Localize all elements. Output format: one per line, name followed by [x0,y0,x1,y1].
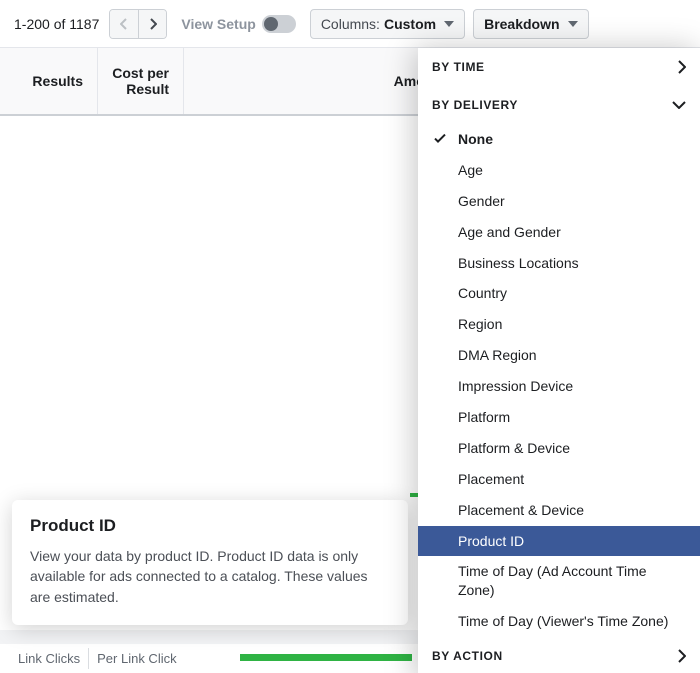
check-icon [434,130,446,149]
view-setup-toggle[interactable] [262,15,296,33]
breakdown-option-label: Age and Gender [458,223,561,242]
breakdown-option-label: Placement & Device [458,501,584,520]
next-page-button[interactable] [138,10,166,38]
chevron-down-icon [672,101,686,109]
pagination-nav [109,9,167,39]
section-by-delivery[interactable]: BY DELIVERY [418,86,700,124]
breakdown-option[interactable]: Gender [418,186,700,217]
breakdown-option-label: Platform & Device [458,439,570,458]
breakdown-option[interactable]: Time of Day (Viewer's Time Zone) [418,606,700,637]
columns-dropdown[interactable]: Columns: Custom [310,9,465,39]
chevron-right-icon [678,649,686,663]
breakdown-option[interactable]: Placement [418,464,700,495]
tooltip-card: Product ID View your data by product ID.… [12,500,408,625]
breakdown-option[interactable]: Country [418,278,700,309]
section-by-action[interactable]: BY ACTION [418,637,700,673]
section-by-action-label: BY ACTION [432,649,503,663]
chevron-right-icon [678,60,686,74]
breakdown-option[interactable]: Business Locations [418,248,700,279]
breakdown-option[interactable]: Product ID [418,526,700,557]
delivery-options-list: None Age Gender Age and Gender Business Loca… [418,124,700,637]
breakdown-option[interactable]: Time of Day (Ad Account Time Zone) [418,556,700,606]
section-by-delivery-label: BY DELIVERY [432,98,518,112]
column-header-cost-per-result[interactable]: Cost per Result [98,48,184,114]
breakdown-option[interactable]: Placement & Device [418,495,700,526]
view-setup-label: View Setup [181,16,255,32]
view-setup-control[interactable]: View Setup [181,15,295,33]
breakdown-option[interactable]: Region [418,309,700,340]
footer-per-link-click: Per Link Click [89,648,184,669]
breakdown-option-label: Placement [458,470,524,489]
breakdown-dropdown[interactable]: Breakdown [473,9,588,39]
section-by-time-label: BY TIME [432,60,485,74]
breakdown-option-label: Gender [458,192,505,211]
breakdown-panel: BY TIME BY DELIVERY None Age Gender Age and… [418,48,700,673]
prev-page-button[interactable] [110,10,138,38]
breakdown-option[interactable]: None [418,124,700,155]
section-by-time[interactable]: BY TIME [418,48,700,86]
breakdown-option[interactable]: Platform & Device [418,433,700,464]
toolbar: 1-200 of 1187 View Setup Columns: Custom… [0,0,700,48]
tooltip-title: Product ID [30,516,390,536]
breakdown-option-label: None [458,130,493,149]
column-header-results[interactable]: Results [0,48,98,114]
breakdown-option-label: Age [458,161,483,180]
breakdown-option-label: Region [458,315,502,334]
breakdown-option-label: Platform [458,408,510,427]
footer-link-clicks: Link Clicks [10,648,89,669]
breakdown-option-label: Country [458,284,507,303]
footer-progress-bar [240,654,412,661]
breakdown-option[interactable]: Platform [418,402,700,433]
tooltip-body: View your data by product ID. Product ID… [30,546,390,607]
columns-label: Columns: [321,16,380,32]
columns-value: Custom [384,16,436,32]
breakdown-option-label: Time of Day (Viewer's Time Zone) [458,612,668,631]
breakdown-option-label: Business Locations [458,254,579,273]
breakdown-label: Breakdown [484,16,559,32]
breakdown-option[interactable]: Age and Gender [418,217,700,248]
caret-down-icon [444,21,454,27]
breakdown-option-label: DMA Region [458,346,537,365]
breakdown-option-label: Product ID [458,532,524,551]
caret-down-icon [568,21,578,27]
breakdown-option[interactable]: Age [418,155,700,186]
breakdown-option-label: Time of Day (Ad Account Time Zone) [458,562,686,600]
breakdown-option[interactable]: Impression Device [418,371,700,402]
footer-labels: Link Clicks Per Link Click [10,648,185,669]
pagination-text: 1-200 of 1187 [14,16,99,32]
breakdown-option[interactable]: DMA Region [418,340,700,371]
breakdown-option-label: Impression Device [458,377,573,396]
